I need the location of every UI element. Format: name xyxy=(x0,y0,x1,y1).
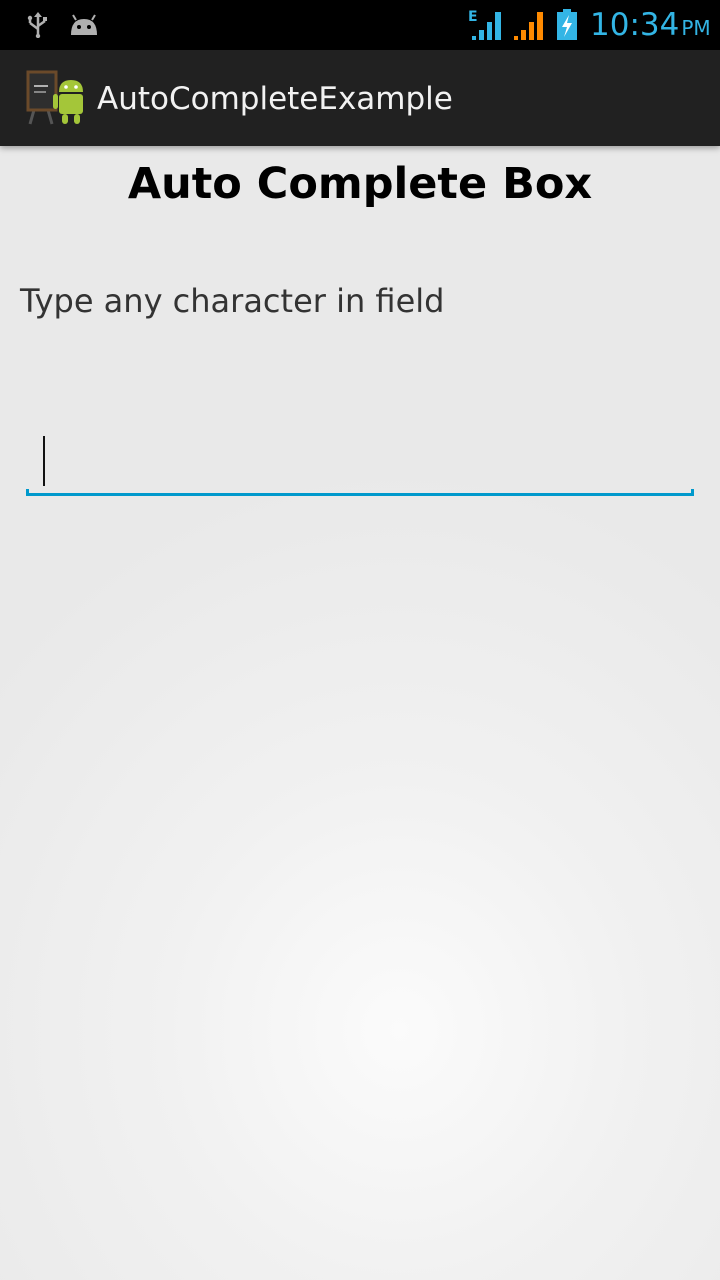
signal-orange-icon xyxy=(512,10,546,46)
android-blackboard-icon[interactable] xyxy=(26,70,86,130)
signal-e-icon: E xyxy=(468,8,504,46)
app-title: AutoCompleteExample xyxy=(97,81,453,117)
input-underline xyxy=(26,489,694,496)
instruction-text: Type any character in field xyxy=(20,282,445,320)
clock-time: 10:34 xyxy=(590,7,680,43)
android-debug-icon xyxy=(68,13,100,41)
network-type-label: E xyxy=(468,9,478,25)
clock-ampm: PM xyxy=(681,16,711,40)
status-bar: E 10:34 PM xyxy=(0,0,720,50)
action-bar: AutoCompleteExample xyxy=(0,50,720,146)
autocomplete-field[interactable] xyxy=(26,430,694,496)
autocomplete-input[interactable] xyxy=(26,430,694,492)
battery-charging-icon xyxy=(556,9,578,45)
status-clock: 10:34 PM xyxy=(590,5,711,45)
usb-icon xyxy=(26,12,50,42)
page-heading: Auto Complete Box xyxy=(127,159,593,209)
text-cursor xyxy=(43,436,45,486)
